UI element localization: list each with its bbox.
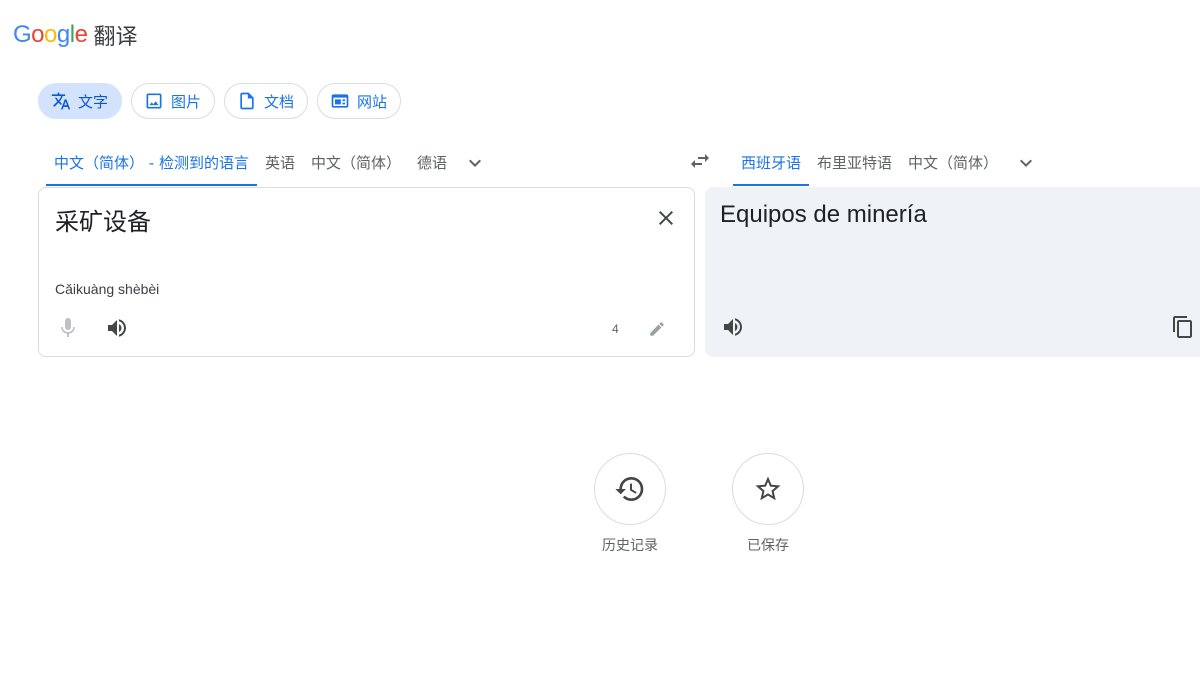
history-icon [615, 477, 644, 501]
transliteration-text: Cǎikuàng shèbèi [55, 281, 160, 297]
translation-output-panel: Equipos de minería [705, 187, 1200, 357]
mode-text-label: 文字 [78, 92, 109, 111]
google-translate-logo[interactable]: Google 翻译 [13, 18, 137, 52]
target-lang-tab-spanish[interactable]: 西班牙语 [733, 140, 810, 186]
source-lang-tab-english[interactable]: 英语 [257, 140, 303, 186]
source-lang-tab-detected[interactable]: 中文（简体） - 检测到的语言 [46, 140, 257, 186]
source-text-panel[interactable]: 采矿设备 Cǎikuàng shèbèi 4 [38, 187, 695, 357]
chevron-down-icon [469, 159, 481, 167]
target-lang-tab-buryat[interactable]: 布里亚特语 [809, 140, 900, 186]
product-title: 翻译 [93, 25, 138, 50]
mode-selector: 文字 图片 文档 网站 [38, 83, 402, 119]
saved-label: 已保存 [747, 538, 789, 554]
voice-input-button[interactable] [56, 316, 80, 340]
target-language-bar: 西班牙语 布里亚特语 中文（简体） [733, 140, 1046, 186]
pencil-icon [650, 322, 664, 336]
website-icon [330, 91, 350, 111]
swap-languages-button[interactable] [686, 148, 714, 174]
saved-button[interactable] [732, 453, 804, 525]
listen-source-button[interactable] [105, 316, 129, 340]
star-icon [755, 476, 781, 501]
target-lang-more-button[interactable] [1006, 140, 1046, 186]
mode-image-button[interactable]: 图片 [131, 83, 216, 119]
speaker-icon [108, 319, 126, 337]
translate-icon [51, 91, 71, 111]
copy-translation-button[interactable] [1171, 315, 1195, 339]
character-count: 4 [612, 322, 619, 336]
listen-translation-button[interactable] [721, 315, 745, 339]
mode-website-label: 网站 [357, 92, 388, 111]
source-language-bar: 中文（简体） - 检测到的语言 英语 中文（简体） 德语 [46, 140, 495, 186]
copy-icon [1173, 316, 1192, 338]
edit-button[interactable] [647, 319, 667, 339]
mode-image-label: 图片 [171, 92, 202, 111]
document-icon [237, 91, 257, 111]
swap-icon [691, 154, 709, 168]
source-lang-tab-german[interactable]: 德语 [409, 140, 455, 186]
history-label: 历史记录 [602, 538, 658, 554]
mode-document-button[interactable]: 文档 [224, 83, 309, 119]
clear-source-button[interactable] [653, 205, 679, 231]
chevron-down-icon [1020, 159, 1033, 167]
image-icon [144, 91, 164, 111]
mode-text-button[interactable]: 文字 [38, 83, 123, 119]
google-logo: Google [13, 21, 88, 48]
close-icon [659, 211, 673, 225]
source-lang-more-button[interactable] [455, 140, 495, 186]
source-lang-tab-chinese[interactable]: 中文（简体） [303, 140, 409, 186]
translation-text: Equipos de minería [720, 201, 927, 228]
microphone-icon [61, 318, 75, 337]
speaker-icon [724, 318, 742, 336]
source-text-input[interactable]: 采矿设备 [55, 202, 151, 237]
history-button[interactable] [594, 453, 666, 525]
mode-document-label: 文档 [264, 92, 295, 111]
mode-website-button[interactable]: 网站 [317, 83, 402, 119]
target-lang-tab-chinese[interactable]: 中文（简体） [900, 140, 1006, 186]
